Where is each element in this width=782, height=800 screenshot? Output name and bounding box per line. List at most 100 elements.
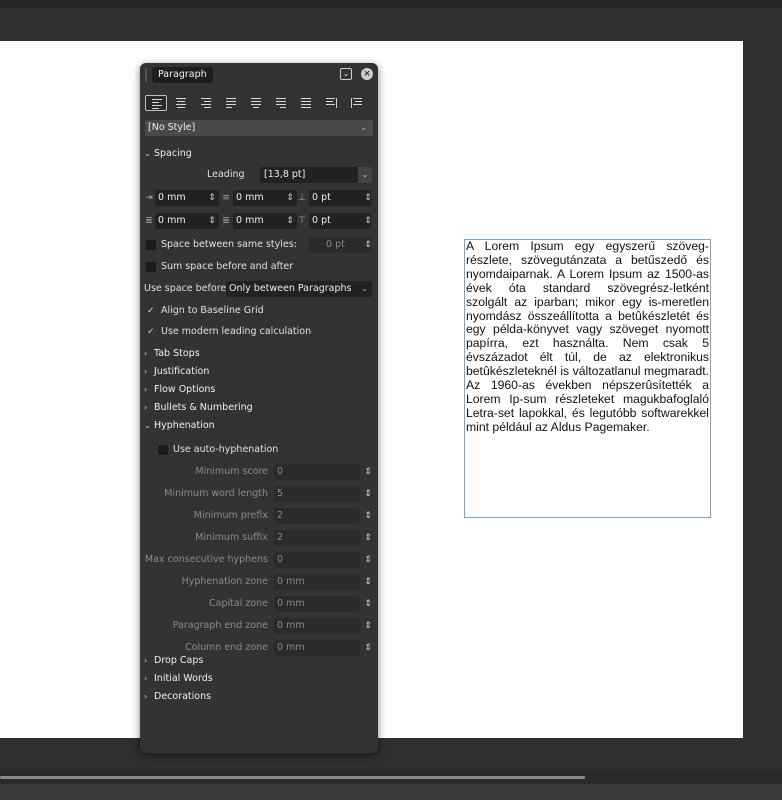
minimum-word-length-field[interactable]: 5 xyxy=(274,486,360,502)
minimum-score-value: 0 xyxy=(277,466,284,477)
last-line-indent-stepper[interactable]: ⇕ xyxy=(286,214,294,228)
chevron-down-icon: ⌄ xyxy=(360,123,367,132)
chevron-down-icon: ⌄ xyxy=(358,167,372,183)
chevron-right-icon: › xyxy=(144,349,148,358)
chevron-down-icon: ⌄ xyxy=(144,421,151,430)
use-space-before-value: Only between Paragraphs xyxy=(229,283,352,294)
first-line-indent-icon: ≡ xyxy=(222,193,230,203)
panel-titlebar[interactable]: Paragraph ⌄ × xyxy=(140,63,378,87)
minimum-prefix-value: 2 xyxy=(277,510,284,521)
minimum-score-stepper[interactable]: ⇕ xyxy=(364,465,372,479)
max-consecutive-hyphens-stepper[interactable]: ⇕ xyxy=(364,553,372,567)
collapse-icon[interactable]: ⌄ xyxy=(340,68,352,80)
section-tab-stops[interactable]: › Tab Stops xyxy=(144,347,200,361)
space-before-stepper[interactable]: ⇕ xyxy=(364,191,372,205)
chevron-right-icon: › xyxy=(144,656,148,665)
section-drop-caps[interactable]: › Drop Caps xyxy=(144,654,203,668)
align-baseline-label: Align to Baseline Grid xyxy=(161,305,264,316)
chevron-right-icon: › xyxy=(144,367,148,376)
hyphenation-zone-field[interactable]: 0 mm xyxy=(274,574,360,590)
chevron-right-icon: › xyxy=(144,692,148,701)
minimum-prefix-stepper[interactable]: ⇕ xyxy=(364,509,372,523)
scrollbar-thumb[interactable] xyxy=(0,776,585,779)
capital-zone-stepper[interactable]: ⇕ xyxy=(364,597,372,611)
max-consecutive-hyphens-value: 0 xyxy=(277,554,284,565)
justify-left-button[interactable] xyxy=(220,95,242,111)
align-left-button[interactable] xyxy=(145,95,167,111)
chevron-right-icon: › xyxy=(144,403,148,412)
paragraph-end-zone-field[interactable]: 0 mm xyxy=(274,618,360,634)
minimum-prefix-field[interactable]: 2 xyxy=(274,508,360,524)
capital-zone-field[interactable]: 0 mm xyxy=(274,596,360,612)
minimum-prefix-label: Minimum prefix xyxy=(193,510,268,521)
section-justification[interactable]: › Justification xyxy=(144,365,209,379)
sum-space-checkbox[interactable] xyxy=(146,262,156,272)
right-indent-stepper[interactable]: ⇕ xyxy=(208,214,216,228)
right-indent-value: 0 mm xyxy=(158,215,186,226)
section-label: Spacing xyxy=(154,148,192,159)
chevron-down-icon: ⌄ xyxy=(361,284,368,293)
panel-tab-paragraph[interactable]: Paragraph xyxy=(152,67,213,83)
capital-zone-value: 0 mm xyxy=(277,598,305,609)
first-line-indent-value: 0 mm xyxy=(236,192,264,203)
column-end-zone-field[interactable]: 0 mm xyxy=(274,640,360,656)
space-after-field[interactable]: 0 pt xyxy=(309,213,371,229)
close-icon[interactable]: × xyxy=(361,68,373,80)
justify-center-button[interactable] xyxy=(245,95,267,111)
hyphenation-zone-stepper[interactable]: ⇕ xyxy=(364,575,372,589)
section-initial-words[interactable]: › Initial Words xyxy=(144,672,213,686)
leading-dropdown[interactable]: [13,8 pt] ⌄ xyxy=(260,167,372,183)
sum-space-label: Sum space before and after xyxy=(161,261,294,272)
top-toolbar xyxy=(0,0,782,8)
space-between-same-checkbox[interactable] xyxy=(146,240,156,250)
paragraph-end-zone-label: Paragraph end zone xyxy=(172,620,268,631)
minimum-word-length-label: Minimum word length xyxy=(164,488,268,499)
section-hyphenation[interactable]: ⌄ Hyphenation xyxy=(144,419,215,433)
align-center-button[interactable] xyxy=(170,95,192,111)
column-end-zone-stepper[interactable]: ⇕ xyxy=(364,641,372,655)
align-towards-spine-button[interactable] xyxy=(320,95,342,111)
left-indent-stepper[interactable]: ⇕ xyxy=(208,191,216,205)
minimum-suffix-label: Minimum suffix xyxy=(195,532,268,543)
auto-hyphenation-checkbox[interactable] xyxy=(158,445,168,455)
hyphenation-zone-label: Hyphenation zone xyxy=(181,576,268,587)
justify-all-button[interactable] xyxy=(295,95,317,111)
left-indent-icon: ⇥ xyxy=(145,193,153,203)
paragraph-style-value: [No Style] xyxy=(148,122,196,133)
minimum-score-field[interactable]: 0 xyxy=(274,464,360,480)
minimum-score-label: Minimum score xyxy=(195,466,268,477)
right-indent-icon: ≣ xyxy=(145,216,153,226)
justify-right-button[interactable] xyxy=(270,95,292,111)
paragraph-end-zone-value: 0 mm xyxy=(277,620,305,631)
section-label: Flow Options xyxy=(154,384,216,395)
status-bar xyxy=(0,784,782,800)
minimum-suffix-field[interactable]: 2 xyxy=(274,530,360,546)
space-before-field[interactable]: 0 pt xyxy=(309,190,371,206)
text-frame[interactable]: A Lorem Ipsum egy egyszerű szöveg-részle… xyxy=(464,239,711,518)
space-between-same-field[interactable]: 0 pt xyxy=(309,237,371,253)
align-baseline-checkbox[interactable]: ✓ xyxy=(147,304,157,318)
section-label: Decorations xyxy=(154,691,212,702)
space-after-stepper[interactable]: ⇕ xyxy=(364,214,372,228)
align-right-button[interactable] xyxy=(195,95,217,111)
minimum-suffix-stepper[interactable]: ⇕ xyxy=(364,531,372,545)
drag-grip-icon[interactable] xyxy=(145,68,147,82)
space-between-same-stepper[interactable]: ⇕ xyxy=(364,238,372,252)
section-flow-options[interactable]: › Flow Options xyxy=(144,383,215,397)
minimum-word-length-value: 5 xyxy=(277,488,284,499)
paragraph-style-dropdown[interactable]: [No Style] ⌄ xyxy=(145,120,373,136)
section-spacing[interactable]: ⌄ Spacing xyxy=(144,147,192,161)
modern-leading-checkbox[interactable]: ✓ xyxy=(147,325,157,339)
paragraph-panel: Paragraph ⌄ × [No Style] ⌄ ⌄ Spacing Lea… xyxy=(140,63,378,753)
column-end-zone-label: Column end zone xyxy=(185,642,268,653)
align-away-spine-button[interactable] xyxy=(345,95,367,111)
section-bullets-numbering[interactable]: › Bullets & Numbering xyxy=(144,401,253,415)
max-consecutive-hyphens-field[interactable]: 0 xyxy=(274,552,360,568)
paragraph-end-zone-stepper[interactable]: ⇕ xyxy=(364,619,372,633)
use-space-before-dropdown[interactable]: Only between Paragraphs ⌄ xyxy=(226,281,372,297)
auto-hyphenation-label: Use auto-hyphenation xyxy=(173,444,279,455)
section-decorations[interactable]: › Decorations xyxy=(144,690,211,704)
first-line-indent-stepper[interactable]: ⇕ xyxy=(286,191,294,205)
leading-value: [13,8 pt] xyxy=(264,169,306,180)
minimum-word-length-stepper[interactable]: ⇕ xyxy=(364,487,372,501)
